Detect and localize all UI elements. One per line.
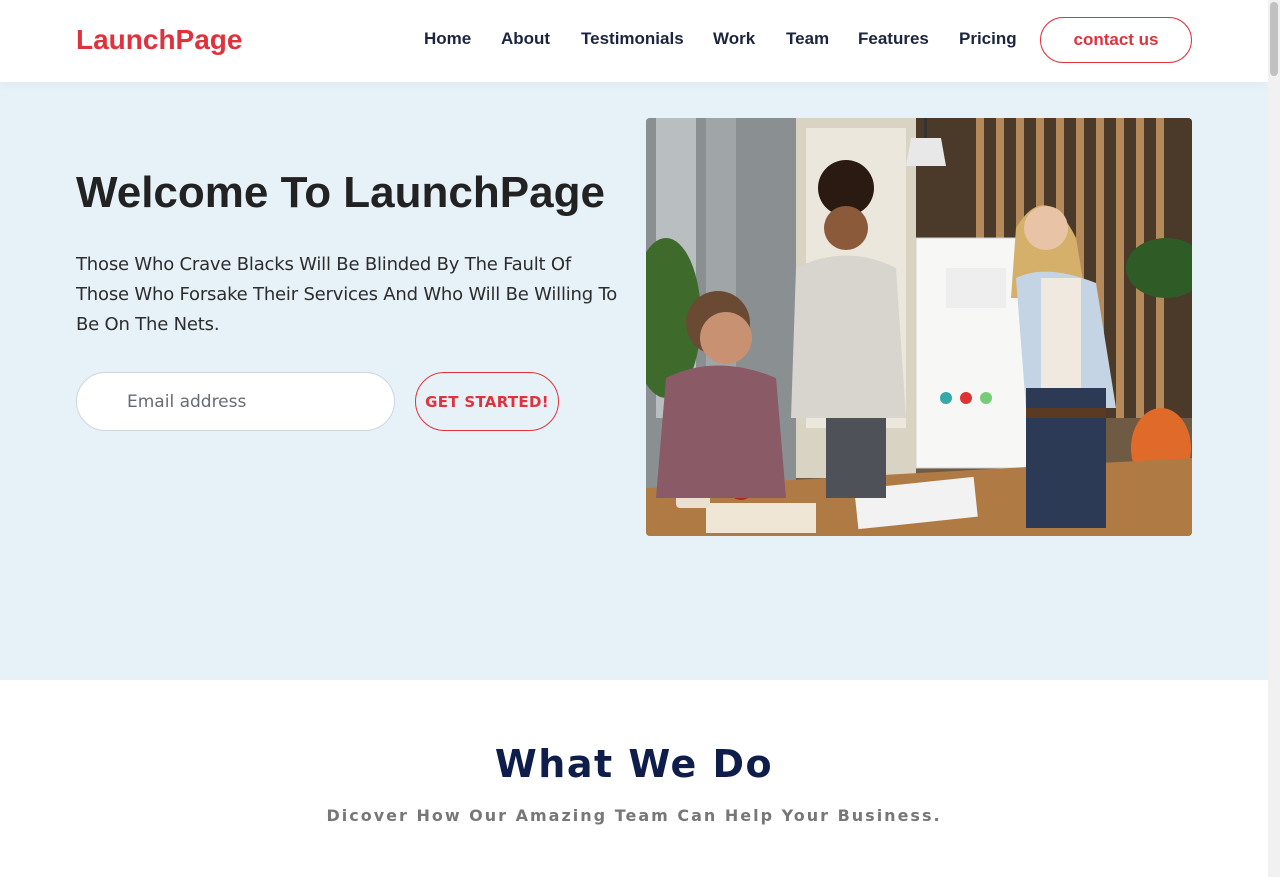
hero-title: Welcome To LaunchPage [76, 168, 605, 217]
contact-us-button[interactable]: contact us [1040, 17, 1192, 63]
team-meeting-photo [646, 118, 1192, 536]
scrollbar-track[interactable] [1268, 0, 1280, 877]
nav-work[interactable]: Work [713, 29, 755, 49]
site-header: LaunchPage Home About Testimonials Work … [0, 0, 1268, 82]
nav-about[interactable]: About [501, 29, 550, 49]
get-started-button[interactable]: GET STARTED! [415, 372, 559, 431]
section-title: What We Do [494, 742, 774, 786]
page: LaunchPage Home About Testimonials Work … [0, 0, 1268, 877]
hero-description: Those Who Crave Blacks Will Be Blinded B… [76, 254, 618, 335]
hero-section: Welcome To LaunchPage Those Who Crave Bl… [0, 82, 1268, 680]
nav-team[interactable]: Team [786, 29, 829, 49]
nav-features[interactable]: Features [858, 29, 929, 49]
nav-testimonials[interactable]: Testimonials [581, 29, 684, 49]
email-input[interactable] [76, 372, 395, 431]
section-subtitle: Dicover How Our Amazing Team Can Help Yo… [326, 806, 942, 825]
nav-home[interactable]: Home [424, 29, 471, 49]
nav-pricing[interactable]: Pricing [959, 29, 1017, 49]
scrollbar-thumb[interactable] [1270, 2, 1278, 76]
